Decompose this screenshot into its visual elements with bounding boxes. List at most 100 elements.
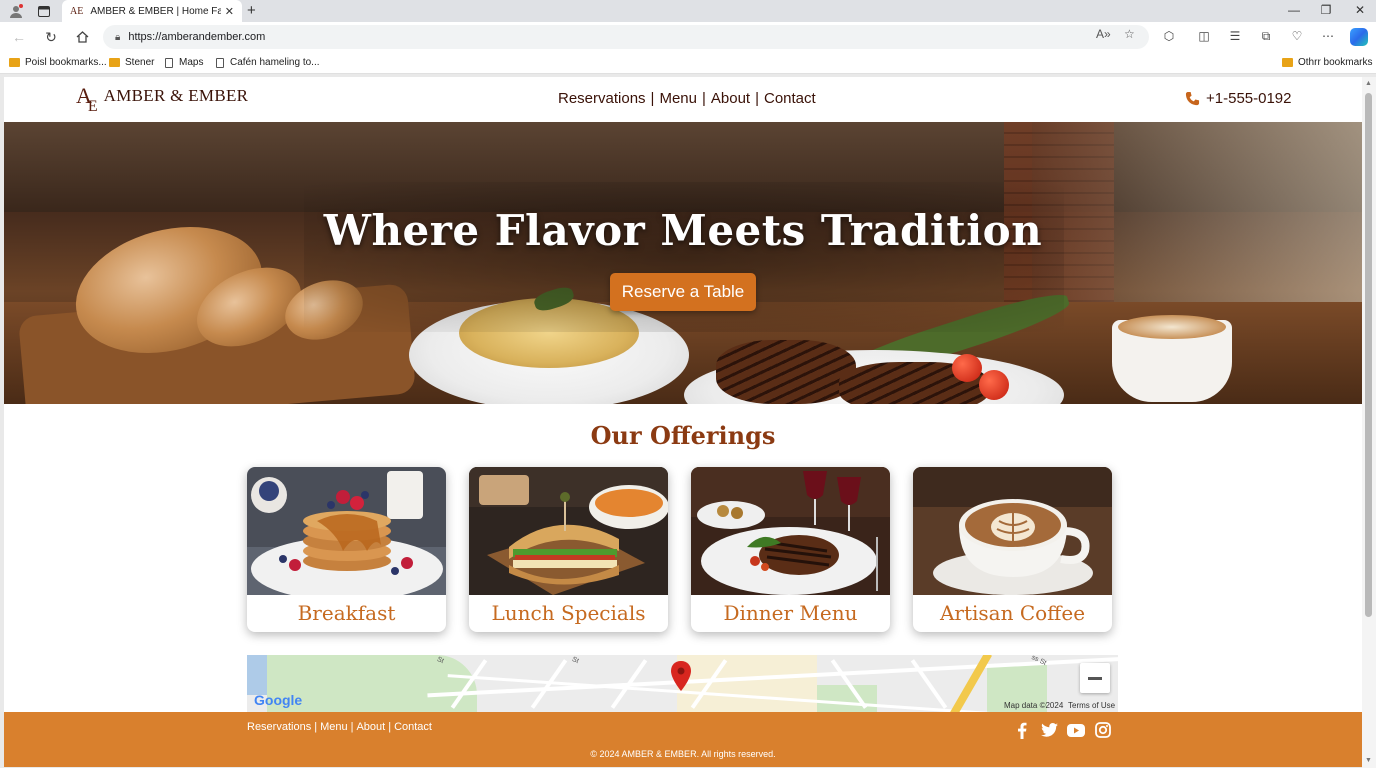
terms-of-use-link[interactable]: Terms of Use [1068,701,1115,710]
more-menu-icon[interactable]: ⋯ [1319,29,1337,43]
main-nav: Reservations | Menu | About | Contact [558,90,816,107]
active-tab[interactable]: AE AMBER & EMBER | Home Favor: ✕ [62,0,242,22]
card-label: Dinner Menu [723,601,858,625]
offering-card-coffee[interactable]: Artisan Coffee [913,467,1112,632]
page-icon [216,57,224,68]
footer-separator: | [314,721,318,733]
close-tab-icon[interactable]: ✕ [225,5,234,18]
logo-monogram: AE [76,83,98,115]
lunch-image [469,467,668,595]
bookmark-item[interactable]: Maps [165,57,203,68]
brand-name: AMBER & EMBER [103,86,249,105]
footer-separator: | [388,721,392,733]
favorite-star-icon[interactable]: ☆ [1124,27,1135,41]
card-label: Breakfast [297,601,396,625]
offerings-title: Our Offerings [590,421,776,450]
home-icon[interactable] [73,28,91,46]
bookmark-item[interactable]: Stener [109,57,154,68]
browser-toolbar: ← ↻ 🔒︎ https://amberandember.com A» ☆ ⬡ … [0,22,1376,52]
read-aloud-icon[interactable]: A» [1096,27,1111,41]
nav-menu[interactable]: Menu [659,90,697,107]
breakfast-image [247,467,446,595]
map-highway [950,655,992,713]
street-label: St [570,655,580,666]
dinner-image [691,467,890,595]
nav-separator: | [650,90,655,107]
reload-icon[interactable]: ↻ [42,28,60,46]
phone-link[interactable]: +1-555-0192 [1185,90,1292,107]
lock-icon[interactable]: 🔒︎ [115,32,120,43]
hero-title: Where Flavor Meets Tradition [323,206,1043,255]
site-footer: Reservations | Menu | About | Contact © 2024 A… [4,712,1362,767]
web-page: AE AMBER & EMBER Reservations | Menu | About… [4,77,1362,767]
tab-actions-icon[interactable] [36,3,52,19]
site-header: AE AMBER & EMBER Reservations | Menu | About… [4,77,1362,122]
coffee-image [913,467,1112,595]
latte-art-image [1118,315,1226,339]
hero-banner: Where Flavor Meets Tradition Reserve a T… [4,122,1362,404]
url-text: https://amberandember.com [128,31,266,43]
footer-link-contact[interactable]: Contact [394,721,432,733]
copyright-text: © 2024 AMBER & EMBER. All rights reserve… [590,749,776,759]
tomato-image [952,354,982,382]
new-tab-icon[interactable]: + [247,2,256,19]
scroll-down-icon[interactable]: ▼ [1365,757,1372,764]
map-pin-icon[interactable] [671,661,691,696]
nav-separator: | [755,90,759,107]
offering-card-dinner[interactable]: Dinner Menu [691,467,890,632]
folder-icon [9,58,20,67]
map-data-attribution: Map data ©2024 [1004,701,1064,710]
page-icon [165,57,173,68]
location-map[interactable]: St St ss St Google Map data ©2024 Terms … [247,655,1118,713]
nav-about[interactable]: About [711,90,750,107]
scroll-thumb[interactable] [1365,93,1372,617]
phone-icon [1185,91,1200,106]
steak-image [716,340,856,404]
page-scrollbar[interactable]: ▲ ▼ [1362,77,1376,768]
scroll-up-icon[interactable]: ▲ [1365,80,1372,87]
instagram-icon[interactable] [1094,721,1112,739]
nav-reservations[interactable]: Reservations [558,90,646,107]
extensions-icon[interactable]: ⬡ [1160,29,1178,43]
browser-essentials-icon[interactable]: ♡ [1288,29,1306,43]
tomato-image [979,370,1009,400]
favorites-icon[interactable]: ☰ [1226,29,1244,43]
nav-separator: | [701,90,706,107]
youtube-icon[interactable] [1067,721,1085,739]
folder-icon [109,58,120,67]
card-label: Lunch Specials [491,601,646,625]
site-logo[interactable]: AE AMBER & EMBER [76,83,249,115]
close-window-icon[interactable]: ✕ [1350,3,1370,17]
tab-title: AMBER & EMBER | Home Favor: [90,5,221,17]
split-screen-icon[interactable]: ◫ [1195,29,1213,43]
footer-link-reservations[interactable]: Reservations [247,721,311,733]
facebook-icon[interactable] [1013,721,1031,739]
bookmark-item[interactable]: Poisl bookmarks... [9,57,107,68]
minus-icon [1088,676,1102,680]
google-logo: Google [254,692,303,708]
footer-nav: Reservations | Menu | About | Contact [247,721,432,733]
card-label: Artisan Coffee [939,601,1086,625]
minimize-icon[interactable]: — [1284,3,1304,17]
profile-icon[interactable] [8,3,24,19]
browser-tab-strip: AE AMBER & EMBER | Home Favor: ✕ + — ❐ ✕ [0,0,1376,22]
footer-link-about[interactable]: About [356,721,385,733]
nav-contact[interactable]: Contact [764,90,816,107]
collections-icon[interactable]: ⧉ [1257,29,1275,44]
bookmark-item[interactable]: Cafén hameling to... [216,57,320,68]
offering-card-breakfast[interactable]: Breakfast [247,467,446,632]
map-district [677,655,817,713]
folder-icon [1282,58,1293,67]
copilot-icon[interactable] [1350,28,1368,46]
bookmarks-bar: Poisl bookmarks... Stener Maps Cafén ham… [0,52,1376,74]
reserve-table-button[interactable]: Reserve a Table [610,273,756,311]
footer-separator: | [350,721,354,733]
twitter-icon[interactable] [1040,721,1058,739]
restore-icon[interactable]: ❐ [1316,3,1336,17]
address-bar[interactable]: 🔒︎ https://amberandember.com [103,25,1149,49]
back-icon[interactable]: ← [10,28,28,46]
offering-card-lunch[interactable]: Lunch Specials [469,467,668,632]
footer-link-menu[interactable]: Menu [320,721,348,733]
zoom-out-button[interactable] [1080,663,1110,693]
other-bookmarks[interactable]: Othrr bookmarks [1282,57,1372,68]
